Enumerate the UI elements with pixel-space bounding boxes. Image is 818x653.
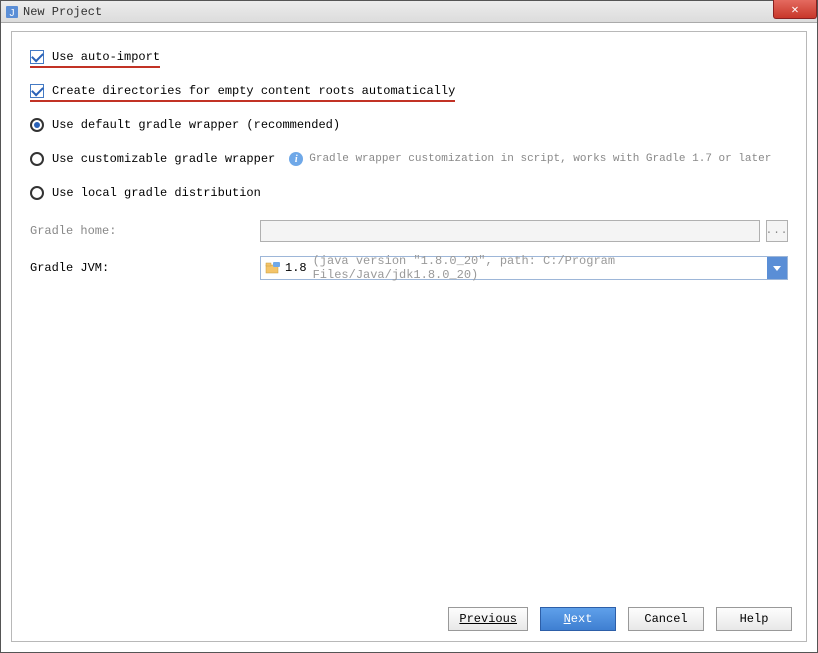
button-label: Help (740, 612, 769, 626)
dialog-window: J New Project ✕ Use auto-import Create d… (0, 0, 818, 653)
form-row-gradle-jvm: Gradle JVM: 1.8 (java version "1.8.0_20"… (30, 256, 788, 280)
gradle-jvm-label: Gradle JVM: (30, 261, 260, 275)
checkbox-auto-import[interactable] (30, 50, 44, 64)
gradle-jvm-dropdown[interactable]: 1.8 (java version "1.8.0_20", path: C:/P… (260, 256, 788, 280)
dropdown-value: 1.8 (285, 261, 307, 275)
info-text: Gradle wrapper customization in script, … (309, 153, 771, 165)
gradle-home-label: Gradle home: (30, 224, 260, 238)
button-bar: Previous Next Cancel Help (448, 607, 792, 631)
checkbox-row-auto-import[interactable]: Use auto-import (30, 50, 160, 68)
app-icon: J (5, 5, 19, 19)
button-label: Previous (459, 612, 517, 626)
checkbox-label: Use auto-import (52, 50, 160, 64)
checkbox-row-create-dirs[interactable]: Create directories for empty content roo… (30, 84, 455, 102)
button-label: Cancel (644, 612, 687, 626)
radio-local-dist[interactable] (30, 186, 44, 200)
gradle-home-input[interactable] (260, 220, 760, 242)
radio-custom-wrapper[interactable] (30, 152, 44, 166)
previous-button[interactable]: Previous (448, 607, 528, 631)
info-icon: i (289, 152, 303, 166)
radio-row-custom-wrapper[interactable]: Use customizable gradle wrapper i Gradle… (30, 152, 788, 166)
svg-text:J: J (10, 8, 15, 19)
help-button[interactable]: Help (716, 607, 792, 631)
close-icon: ✕ (791, 2, 798, 17)
dropdown-extra: (java version "1.8.0_20", path: C:/Progr… (313, 254, 783, 282)
radio-row-default-wrapper[interactable]: Use default gradle wrapper (recommended) (30, 118, 788, 132)
next-button[interactable]: Next (540, 607, 616, 631)
chevron-down-icon[interactable] (767, 257, 787, 279)
radio-label: Use customizable gradle wrapper (52, 152, 275, 166)
radio-row-local-dist[interactable]: Use local gradle distribution (30, 186, 788, 200)
button-label: Next (564, 612, 593, 626)
titlebar[interactable]: J New Project ✕ (1, 1, 817, 23)
checkbox-label: Create directories for empty content roo… (52, 84, 455, 98)
radio-label: Use local gradle distribution (52, 186, 261, 200)
checkbox-create-dirs[interactable] (30, 84, 44, 98)
close-button[interactable]: ✕ (773, 0, 817, 19)
cancel-button[interactable]: Cancel (628, 607, 704, 631)
browse-button[interactable]: ... (766, 220, 788, 242)
dialog-content: Use auto-import Create directories for e… (11, 31, 807, 642)
folder-icon (265, 261, 281, 275)
ellipsis-icon: ... (766, 225, 789, 237)
form-row-gradle-home: Gradle home: ... (30, 220, 788, 242)
radio-label: Use default gradle wrapper (recommended) (52, 118, 340, 132)
radio-default-wrapper[interactable] (30, 118, 44, 132)
window-title: New Project (23, 5, 102, 19)
